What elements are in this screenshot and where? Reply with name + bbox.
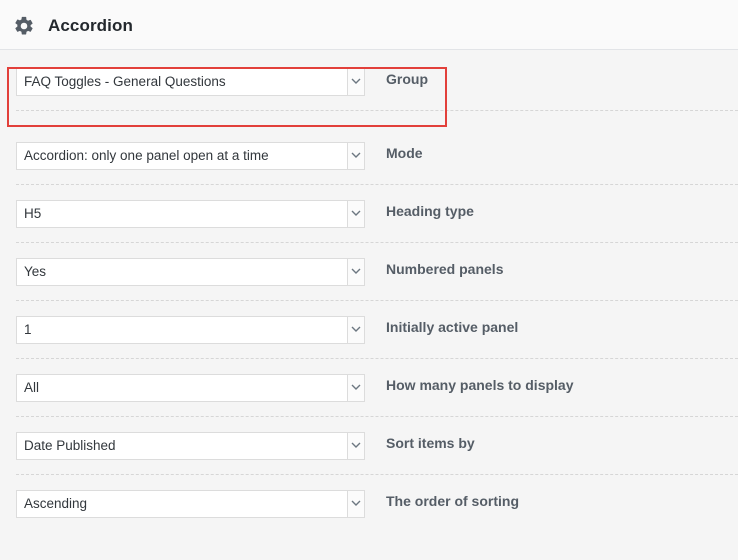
gear-icon — [15, 16, 33, 35]
mode-label: Mode — [386, 145, 423, 161]
dropdown-arrow[interactable] — [347, 259, 364, 285]
row-divider — [16, 474, 738, 475]
select-value: Date Published — [24, 438, 116, 453]
setting-row-initially-active: 1 Initially active panel — [0, 300, 738, 358]
row-divider — [16, 184, 738, 185]
chevron-down-icon — [351, 500, 361, 506]
numbered-panels-select[interactable]: Yes — [16, 258, 365, 286]
dropdown-arrow[interactable] — [347, 69, 364, 95]
row-divider — [16, 416, 738, 417]
select-value: 1 — [24, 322, 32, 337]
chevron-down-icon — [351, 384, 361, 390]
mode-select[interactable]: Accordion: only one panel open at a time — [16, 142, 365, 170]
select-value: FAQ Toggles - General Questions — [24, 74, 226, 89]
setting-row-panels-to-display: All How many panels to display — [0, 358, 738, 416]
dropdown-arrow[interactable] — [347, 201, 364, 227]
setting-row-numbered-panels: Yes Numbered panels — [0, 242, 738, 300]
chevron-down-icon — [351, 78, 361, 84]
row-divider — [16, 358, 738, 359]
initially-active-label: Initially active panel — [386, 319, 519, 335]
group-select[interactable]: FAQ Toggles - General Questions — [16, 68, 365, 96]
chevron-down-icon — [351, 152, 361, 158]
dropdown-arrow[interactable] — [347, 491, 364, 517]
order-of-sorting-label: The order of sorting — [386, 493, 519, 509]
group-label: Group — [386, 71, 428, 87]
setting-row-heading-type: H5 Heading type — [0, 184, 738, 242]
panels-to-display-select[interactable]: All — [16, 374, 365, 402]
row-divider — [16, 242, 738, 243]
row-divider — [16, 110, 738, 111]
initially-active-select[interactable]: 1 — [16, 316, 365, 344]
dropdown-arrow[interactable] — [347, 317, 364, 343]
dropdown-arrow[interactable] — [347, 433, 364, 459]
chevron-down-icon — [351, 210, 361, 216]
row-divider — [16, 300, 738, 301]
chevron-down-icon — [351, 442, 361, 448]
sort-items-by-select[interactable]: Date Published — [16, 432, 365, 460]
chevron-down-icon — [351, 326, 361, 332]
select-value: H5 — [24, 206, 42, 221]
panel-title: Accordion — [48, 16, 133, 35]
setting-row-sort-items-by: Date Published Sort items by — [0, 416, 738, 474]
order-of-sorting-select[interactable]: Ascending — [16, 490, 365, 518]
select-value: All — [24, 380, 40, 395]
chevron-down-icon — [351, 268, 361, 274]
dropdown-arrow[interactable] — [347, 375, 364, 401]
select-value: Ascending — [24, 496, 88, 511]
numbered-panels-label: Numbered panels — [386, 261, 504, 277]
dropdown-arrow[interactable] — [347, 143, 364, 169]
sort-items-by-label: Sort items by — [386, 435, 475, 451]
select-value: Yes — [24, 264, 47, 279]
heading-type-label: Heading type — [386, 203, 474, 219]
setting-row-mode: Accordion: only one panel open at a time… — [0, 110, 738, 184]
select-value: Accordion: only one panel open at a time — [24, 148, 269, 163]
setting-row-order-of-sorting: Ascending The order of sorting — [0, 474, 738, 532]
panels-to-display-label: How many panels to display — [386, 377, 574, 393]
panel-header: Accordion — [0, 0, 738, 50]
setting-row-group: FAQ Toggles - General Questions Group — [0, 68, 738, 126]
heading-type-select[interactable]: H5 — [16, 200, 365, 228]
